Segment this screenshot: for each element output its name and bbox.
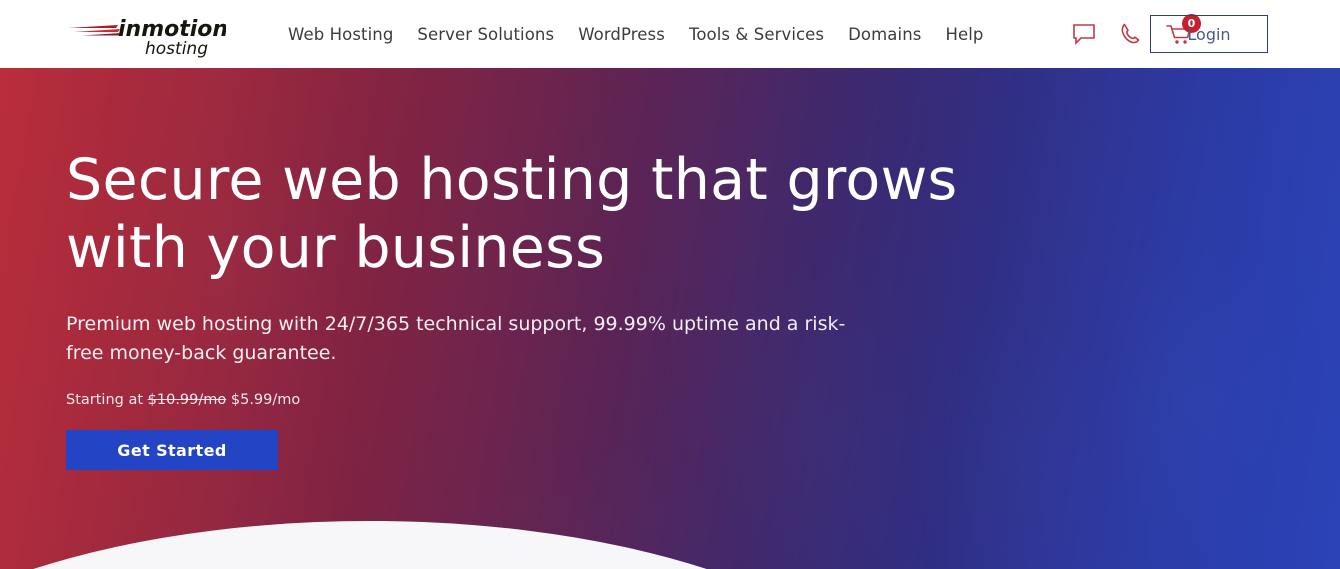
- nav-item-wordpress[interactable]: WordPress: [578, 25, 665, 44]
- login-button-label: Login: [1187, 24, 1231, 44]
- nav-item-domains[interactable]: Domains: [848, 25, 921, 44]
- pricing-sale-price: $5.99/mo: [230, 392, 301, 408]
- hero-subheadline-line-2: free money-back guarantee.: [66, 342, 337, 364]
- hero-headline-line-1: Secure web hosting that grows: [66, 147, 958, 213]
- site-header: inmotion . hosting Web Hosting Server So…: [0, 0, 1340, 68]
- hero-pricing-line: Starting at $10.99/mo $5.99/mo: [66, 392, 958, 408]
- pricing-prefix: Starting at: [66, 392, 144, 408]
- hero-subheadline: Premium web hosting with 24/7/365 techni…: [66, 310, 958, 368]
- primary-navigation: Web Hosting Server Solutions WordPress T…: [288, 0, 983, 68]
- get-started-button-label: Get Started: [117, 440, 227, 460]
- nav-item-web-hosting[interactable]: Web Hosting: [288, 25, 393, 44]
- logo-swoosh-icon: [68, 25, 121, 36]
- login-button[interactable]: Login: [1150, 15, 1268, 53]
- hero-content: Secure web hosting that grows with your …: [66, 146, 958, 470]
- nav-item-tools-services[interactable]: Tools & Services: [689, 25, 824, 44]
- get-started-button[interactable]: Get Started: [66, 430, 278, 470]
- hero-headline-line-2: with your business: [66, 215, 606, 281]
- inmotion-hosting-logo[interactable]: inmotion . hosting: [66, 12, 226, 58]
- hero-section: Secure web hosting that grows with your …: [0, 68, 1340, 569]
- phone-icon[interactable]: [1118, 21, 1144, 47]
- pricing-original-price: $10.99/mo: [147, 392, 227, 408]
- hero-headline: Secure web hosting that grows with your …: [66, 146, 958, 282]
- chat-bubble-icon[interactable]: [1071, 21, 1097, 47]
- nav-item-server-solutions[interactable]: Server Solutions: [417, 25, 554, 44]
- logo-tagline: hosting: [145, 39, 208, 58]
- logo-dot: .: [213, 25, 218, 40]
- hero-subheadline-line-1: Premium web hosting with 24/7/365 techni…: [66, 313, 846, 335]
- nav-item-help[interactable]: Help: [945, 25, 983, 44]
